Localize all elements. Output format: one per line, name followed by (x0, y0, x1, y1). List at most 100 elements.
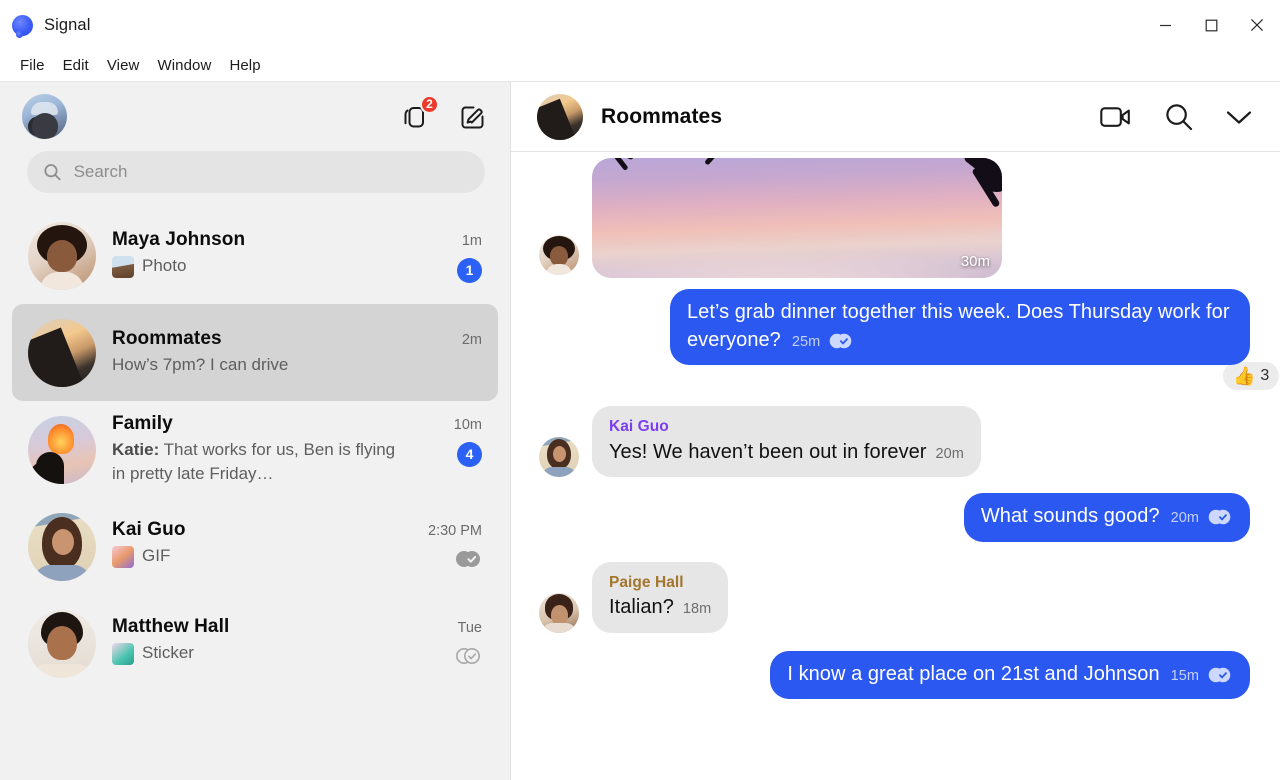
window-controls (1142, 0, 1280, 50)
message-timestamp: 20m (1170, 510, 1199, 527)
read-receipt-icon (454, 549, 482, 574)
conversation-snippet: How’s 7pm? I can drive (112, 353, 288, 377)
menu-file[interactable]: File (11, 55, 54, 76)
message-bubble-outgoing[interactable]: I know a great place on 21st and Johnson… (770, 650, 1250, 700)
conversation-pane: Roommates 30m Let’s grab dinner together… (511, 82, 1280, 780)
conversation-snippet-sender: Katie: (112, 439, 160, 459)
message-list[interactable]: 30m Let’s grab dinner together this week… (511, 152, 1280, 780)
conversation-item-family[interactable]: Family 10m Katie: That works for us, Ben… (12, 401, 498, 498)
message-timestamp: 30m (960, 253, 990, 270)
conversation-snippet: Katie: That works for us, Ben is flying … (112, 438, 412, 486)
sidebar: 2 Search Maya Johnson 1m Photo 1 Roommat… (0, 82, 511, 780)
message-timestamp: 25m (791, 333, 821, 350)
conversation-item-maya-johnson[interactable]: Maya Johnson 1m Photo 1 (12, 207, 498, 304)
message-row: 30m (539, 158, 1250, 278)
message-timestamp: 18m (682, 601, 712, 618)
message-sender-name: Kai Guo (609, 418, 669, 436)
message-row: I know a great place on 21st and Johnson… (539, 650, 1250, 700)
conversation-name: Roommates (112, 327, 222, 349)
photo-thumbnail-icon (112, 255, 134, 278)
conversation-name: Matthew Hall (112, 616, 230, 637)
conversation-status (446, 544, 482, 574)
message-bubble-outgoing[interactable]: Let’s grab dinner together this week. Do… (670, 289, 1250, 366)
conversation-timestamp: Tue (457, 620, 482, 636)
search-container (0, 151, 510, 193)
avatar (28, 609, 96, 678)
avatar (28, 318, 96, 387)
menu-help[interactable]: Help (220, 55, 269, 76)
message-timestamp: 15m (1170, 667, 1199, 684)
conversation-content: Family 10m Katie: That works for us, Ben… (112, 413, 482, 486)
maximize-button[interactable] (1188, 0, 1234, 50)
conversation-snippet: Sticker (112, 641, 194, 665)
video-call-icon (1100, 106, 1130, 127)
unread-badge: 1 (457, 257, 482, 283)
avatar (28, 512, 96, 581)
conversation-content: Kai Guo 2:30 PM GIF (112, 519, 482, 574)
page-title: Roommates (601, 104, 723, 128)
message-text: Italian? (609, 596, 674, 619)
avatar[interactable] (22, 94, 67, 139)
avatar (539, 592, 579, 633)
app-title: Signal (44, 15, 91, 34)
message-row: Kai Guo Yes! We haven’t been out in fore… (539, 406, 1250, 478)
photo-image (592, 158, 1002, 278)
avatar (28, 415, 96, 484)
message-row: Let’s grab dinner together this week. Do… (539, 289, 1250, 366)
conversation-search-button[interactable] (1164, 102, 1194, 132)
conversation-name: Kai Guo (112, 519, 186, 540)
conversation-header: Roommates (511, 82, 1280, 152)
conversation-item-kai-guo[interactable]: Kai Guo 2:30 PM GIF (12, 498, 498, 595)
read-receipt-icon (1206, 508, 1233, 528)
conversation-actions (1100, 102, 1254, 132)
search-box[interactable] (27, 151, 485, 193)
signal-app-window: Signal File Edit View Window Help 2 Sear… (0, 0, 1280, 780)
sticker-thumbnail-icon (112, 643, 134, 665)
avatar (539, 235, 579, 275)
chevron-down-icon (1226, 110, 1252, 124)
signal-logo-icon (12, 14, 33, 38)
minimize-button[interactable] (1142, 0, 1188, 50)
conversation-item-matthew-hall[interactable]: Matthew Hall Tue Sticker (12, 595, 498, 692)
video-call-button[interactable] (1100, 104, 1134, 130)
message-text: I know a great place on 21st and Johnson (787, 662, 1160, 685)
message-meta: 20m (936, 444, 964, 464)
conversation-name: Maya Johnson (112, 228, 246, 250)
message-sender-name: Paige Hall (609, 573, 684, 591)
message-meta: 20m (1171, 508, 1233, 528)
photo-attachment[interactable]: 30m (592, 158, 1002, 278)
conversation-list[interactable]: Maya Johnson 1m Photo 1 Roommates 2m How… (0, 193, 510, 780)
conversation-timestamp: 10m (453, 416, 482, 433)
conversation-timestamp: 2:30 PM (428, 523, 482, 539)
conversation-snippet-text: Sticker (142, 643, 194, 662)
message-row: Paige Hall Italian? 18m (539, 561, 1250, 633)
message-bubble-outgoing[interactable]: What sounds good? 20m (963, 493, 1250, 542)
close-button[interactable] (1234, 0, 1280, 50)
menu-view[interactable]: View (98, 55, 149, 76)
conversation-more-button[interactable] (1224, 107, 1254, 127)
message-text: Yes! We haven’t been out in forever (609, 440, 927, 463)
conversation-snippet-text: How’s 7pm? I can drive (112, 354, 289, 374)
search-input[interactable] (73, 162, 469, 182)
message-bubble-incoming[interactable]: Kai Guo Yes! We haven’t been out in fore… (592, 406, 981, 478)
stories-badge: 2 (420, 94, 439, 114)
message-meta: 15m (1171, 666, 1233, 686)
menu-window[interactable]: Window (148, 55, 220, 76)
message-timestamp: 20m (935, 445, 964, 462)
sidebar-actions: 2 (400, 94, 488, 132)
menu-edit[interactable]: Edit (54, 55, 98, 76)
stories-button[interactable]: 2 (400, 94, 439, 132)
conversation-snippet: GIF (112, 544, 170, 568)
menu-bar: File Edit View Window Help (0, 50, 1280, 82)
conversation-snippet-text: Photo (142, 255, 187, 275)
read-receipt-icon (1206, 666, 1233, 686)
conversation-name: Family (112, 412, 173, 434)
avatar[interactable] (537, 93, 583, 140)
message-meta: 25m (792, 332, 854, 352)
app-body: 2 Search Maya Johnson 1m Photo 1 Roommat… (0, 82, 1280, 780)
message-bubble-incoming[interactable]: Paige Hall Italian? 18m (592, 561, 729, 633)
conversation-status (446, 641, 482, 671)
read-receipt-icon (827, 332, 854, 352)
compose-button[interactable] (458, 102, 488, 132)
conversation-item-roommates[interactable]: Roommates 2m How’s 7pm? I can drive (12, 304, 498, 401)
